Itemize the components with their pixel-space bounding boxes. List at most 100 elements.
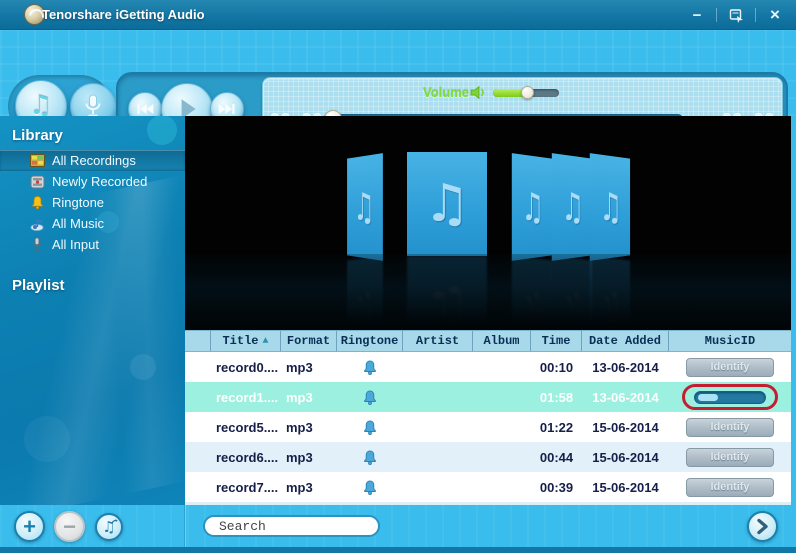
volume-label: Volume xyxy=(423,85,469,100)
bell-icon xyxy=(29,195,45,211)
header-title[interactable]: Title ▲ xyxy=(211,331,281,351)
chevron-right-icon xyxy=(756,518,769,535)
sidebar: Library All Recordings xyxy=(0,116,185,505)
next-icon xyxy=(217,102,237,116)
cell-ringtone xyxy=(337,382,403,412)
cell-title: record6.... xyxy=(211,442,281,472)
bell-icon[interactable] xyxy=(362,389,378,406)
feedback-button[interactable] xyxy=(723,4,749,26)
identify-button[interactable]: Identify xyxy=(686,418,774,437)
header-blank xyxy=(185,331,211,351)
titlebar: Tenorshare iGetting Audio − × xyxy=(0,0,796,30)
album-card xyxy=(512,153,552,261)
cell-ringtone xyxy=(337,412,403,442)
player-toolbar: ♫ xyxy=(0,30,796,116)
window-frame-bottom xyxy=(0,547,796,553)
volume-slider[interactable] xyxy=(493,89,559,97)
header-date-added[interactable]: Date Added xyxy=(582,331,669,351)
window-frame-right xyxy=(791,116,796,505)
music-note-icon xyxy=(29,216,45,232)
decorative-circle xyxy=(24,416,70,462)
previous-icon xyxy=(135,102,155,116)
cell-format: mp3 xyxy=(281,352,337,382)
cell-album xyxy=(473,472,531,502)
cell-artist xyxy=(403,352,473,382)
cell-ringtone xyxy=(337,352,403,382)
bell-icon[interactable] xyxy=(362,449,378,466)
close-button[interactable]: × xyxy=(762,4,788,26)
cell-date-added: 13-06-2014 xyxy=(582,382,669,412)
bell-icon[interactable] xyxy=(362,479,378,496)
cell-format: mp3 xyxy=(281,472,337,502)
toolbar-divider xyxy=(184,505,185,547)
cell-title: record0.... xyxy=(211,352,281,382)
sidebar-item-label: All Music xyxy=(52,216,104,231)
content-area: Title ▲ Format Ringtone Artist Album Tim… xyxy=(185,116,791,505)
cell-date-added: 15-06-2014 xyxy=(582,442,669,472)
identify-button[interactable]: Identify xyxy=(686,478,774,497)
cell-title: record1.... xyxy=(211,382,281,412)
header-ringtone[interactable]: Ringtone xyxy=(337,331,403,351)
header-musicid[interactable]: MusicID xyxy=(669,331,791,351)
decorative-circle xyxy=(130,354,156,380)
remove-button[interactable]: − xyxy=(54,511,85,542)
sidebar-item-label: All Recordings xyxy=(52,153,136,168)
titlebar-separator xyxy=(755,8,756,22)
bell-icon[interactable] xyxy=(362,359,378,376)
make-ringtone-button[interactable]: ♫ xyxy=(95,513,123,541)
header-format[interactable]: Format xyxy=(281,331,337,351)
titlebar-separator xyxy=(716,8,717,22)
cell-album xyxy=(473,352,531,382)
annotation-highlight xyxy=(682,384,778,410)
cell-album xyxy=(473,442,531,472)
cell-time: 01:58 xyxy=(531,382,582,412)
volume-knob[interactable] xyxy=(521,86,534,99)
arrow-icon xyxy=(111,518,118,525)
identify-button[interactable]: Identify xyxy=(686,358,774,377)
recorder-icon xyxy=(29,174,45,190)
bell-icon[interactable] xyxy=(362,419,378,436)
add-button[interactable]: + xyxy=(14,511,45,542)
cell-ringtone xyxy=(337,442,403,472)
table-row-selected[interactable]: record1.... mp3 01:58 13-06-2014 xyxy=(185,382,791,412)
coverflow-stage xyxy=(185,116,791,330)
sidebar-item-all-input[interactable]: All Input xyxy=(0,234,185,255)
microphone-icon xyxy=(29,237,45,253)
playlist-heading: Playlist xyxy=(12,277,185,294)
cell-time: 00:44 xyxy=(531,442,582,472)
library-heading: Library xyxy=(12,127,185,144)
cell-album xyxy=(473,412,531,442)
table-row[interactable]: record5.... mp3 01:22 15-06-2014 Identif… xyxy=(185,412,791,442)
album-card-current xyxy=(407,152,487,256)
cell-date-added: 15-06-2014 xyxy=(582,412,669,442)
minimize-button[interactable]: − xyxy=(684,4,710,26)
table-row[interactable]: record7.... mp3 00:39 15-06-2014 Identif… xyxy=(185,472,791,502)
search-box xyxy=(203,515,380,537)
cell-time: 00:10 xyxy=(531,352,582,382)
reflection-fade xyxy=(185,254,791,330)
next-page-button[interactable] xyxy=(747,511,778,542)
app-window: Tenorshare iGetting Audio − × ♫ xyxy=(0,0,796,553)
header-artist[interactable]: Artist xyxy=(403,331,473,351)
table-row[interactable]: record0.... mp3 00:10 13-06-2014 Identif… xyxy=(185,352,791,382)
album-card xyxy=(552,153,592,261)
cell-title: record5.... xyxy=(211,412,281,442)
identify-button[interactable]: Identify xyxy=(686,448,774,467)
bottom-toolbar: + − ♫ xyxy=(0,505,796,547)
sidebar-item-newly-recorded[interactable]: Newly Recorded xyxy=(0,171,185,192)
sidebar-item-ringtone[interactable]: Ringtone xyxy=(0,192,185,213)
sidebar-item-all-recordings[interactable]: All Recordings xyxy=(0,150,185,171)
cell-artist xyxy=(403,382,473,412)
table-header: Title ▲ Format Ringtone Artist Album Tim… xyxy=(185,330,791,352)
header-time[interactable]: Time xyxy=(531,331,582,351)
header-album[interactable]: Album xyxy=(473,331,531,351)
sidebar-item-all-music[interactable]: All Music xyxy=(0,213,185,234)
sort-asc-icon: ▲ xyxy=(263,336,269,347)
recordings-table: Title ▲ Format Ringtone Artist Album Tim… xyxy=(185,330,791,505)
cell-time: 01:22 xyxy=(531,412,582,442)
volume-fill xyxy=(493,89,527,97)
feedback-icon xyxy=(729,8,744,23)
table-row[interactable]: record6.... mp3 00:44 15-06-2014 Identif… xyxy=(185,442,791,472)
search-input[interactable] xyxy=(219,519,387,534)
cell-format: mp3 xyxy=(281,382,337,412)
